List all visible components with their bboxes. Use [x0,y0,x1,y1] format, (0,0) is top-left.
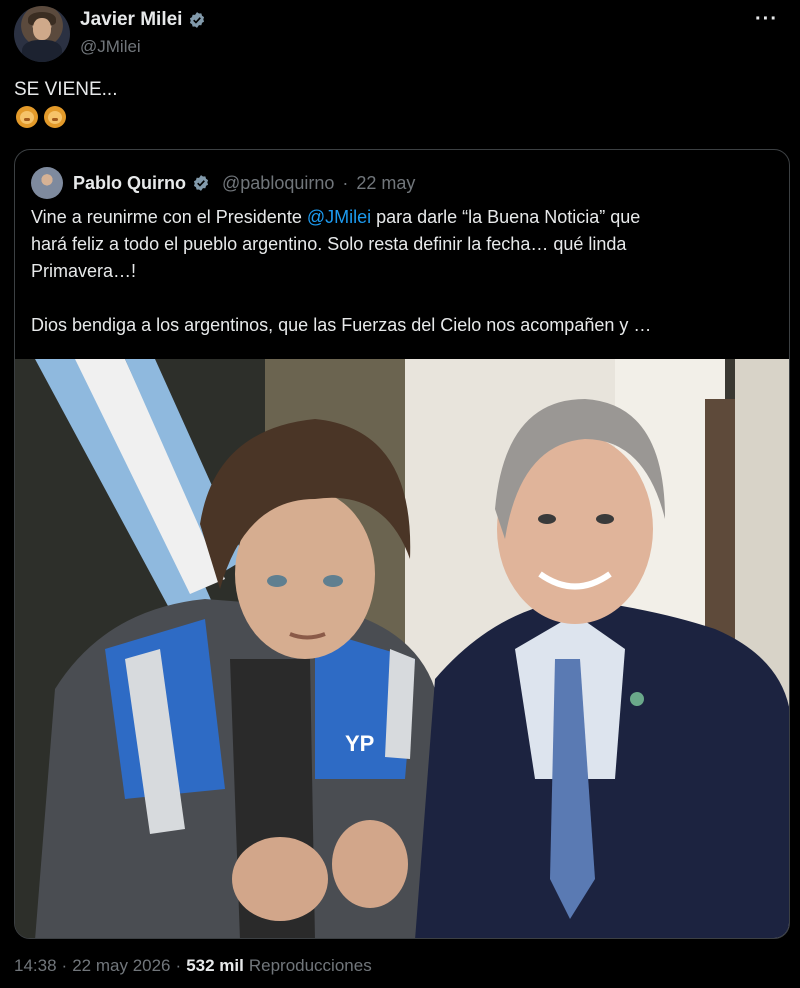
author-name-row: Javier Milei [80,9,206,31]
selfie-photo-illustration: YP [15,359,789,938]
quote-header: Pablo Quirno @pabloquirno · 22 may [31,167,415,199]
verified-badge-icon [190,12,205,28]
lion-emoji-icon [44,106,66,128]
quote-text: Vine a reunirme con el Presidente @JMile… [31,204,771,339]
verified-badge-icon [193,175,209,191]
footer-separator: · [175,956,182,975]
footer-separator: · [61,956,68,975]
views-count[interactable]: 532 mil [186,956,244,976]
quoted-tweet[interactable]: Pablo Quirno @pabloquirno · 22 may Vine … [14,149,790,939]
quote-author-handle[interactable]: @pabloquirno [222,173,334,194]
tweet-header: Javier Milei @JMilei ··· [14,6,786,64]
tweet-time[interactable]: 14:38 [14,956,57,976]
lion-emoji-icon [16,106,38,128]
author-handle[interactable]: @JMilei [80,37,141,57]
quote-line-4: Dios bendiga a los argentinos, que las F… [31,315,652,335]
jacket-logo-text: YP [345,731,374,756]
quote-author-name[interactable]: Pablo Quirno [73,173,186,194]
tweet-footer: 14:38 · 22 may 2026 · 532 mil Reproducci… [14,956,372,976]
quote-line-3: Primavera…! [31,261,137,281]
emoji-row [16,106,66,128]
quote-date[interactable]: 22 may [356,173,415,194]
tweet-date[interactable]: 22 may 2026 [72,956,170,976]
quote-author-avatar[interactable] [31,167,63,199]
author-avatar[interactable] [14,6,70,62]
mention-link[interactable]: @JMilei [307,207,371,227]
tweet-text: SE VIENE... [14,79,118,100]
quote-line-2: hará feliz a todo el pueblo argentino. S… [31,234,627,254]
author-display-name[interactable]: Javier Milei [80,9,182,31]
quote-line-1: Vine a reunirme con el Presidente @JMile… [31,207,641,227]
more-icon[interactable]: ··· [755,8,778,31]
views-label: Reproducciones [248,956,372,975]
quote-photo[interactable]: YP [15,359,789,938]
quote-separator: · [342,172,349,193]
